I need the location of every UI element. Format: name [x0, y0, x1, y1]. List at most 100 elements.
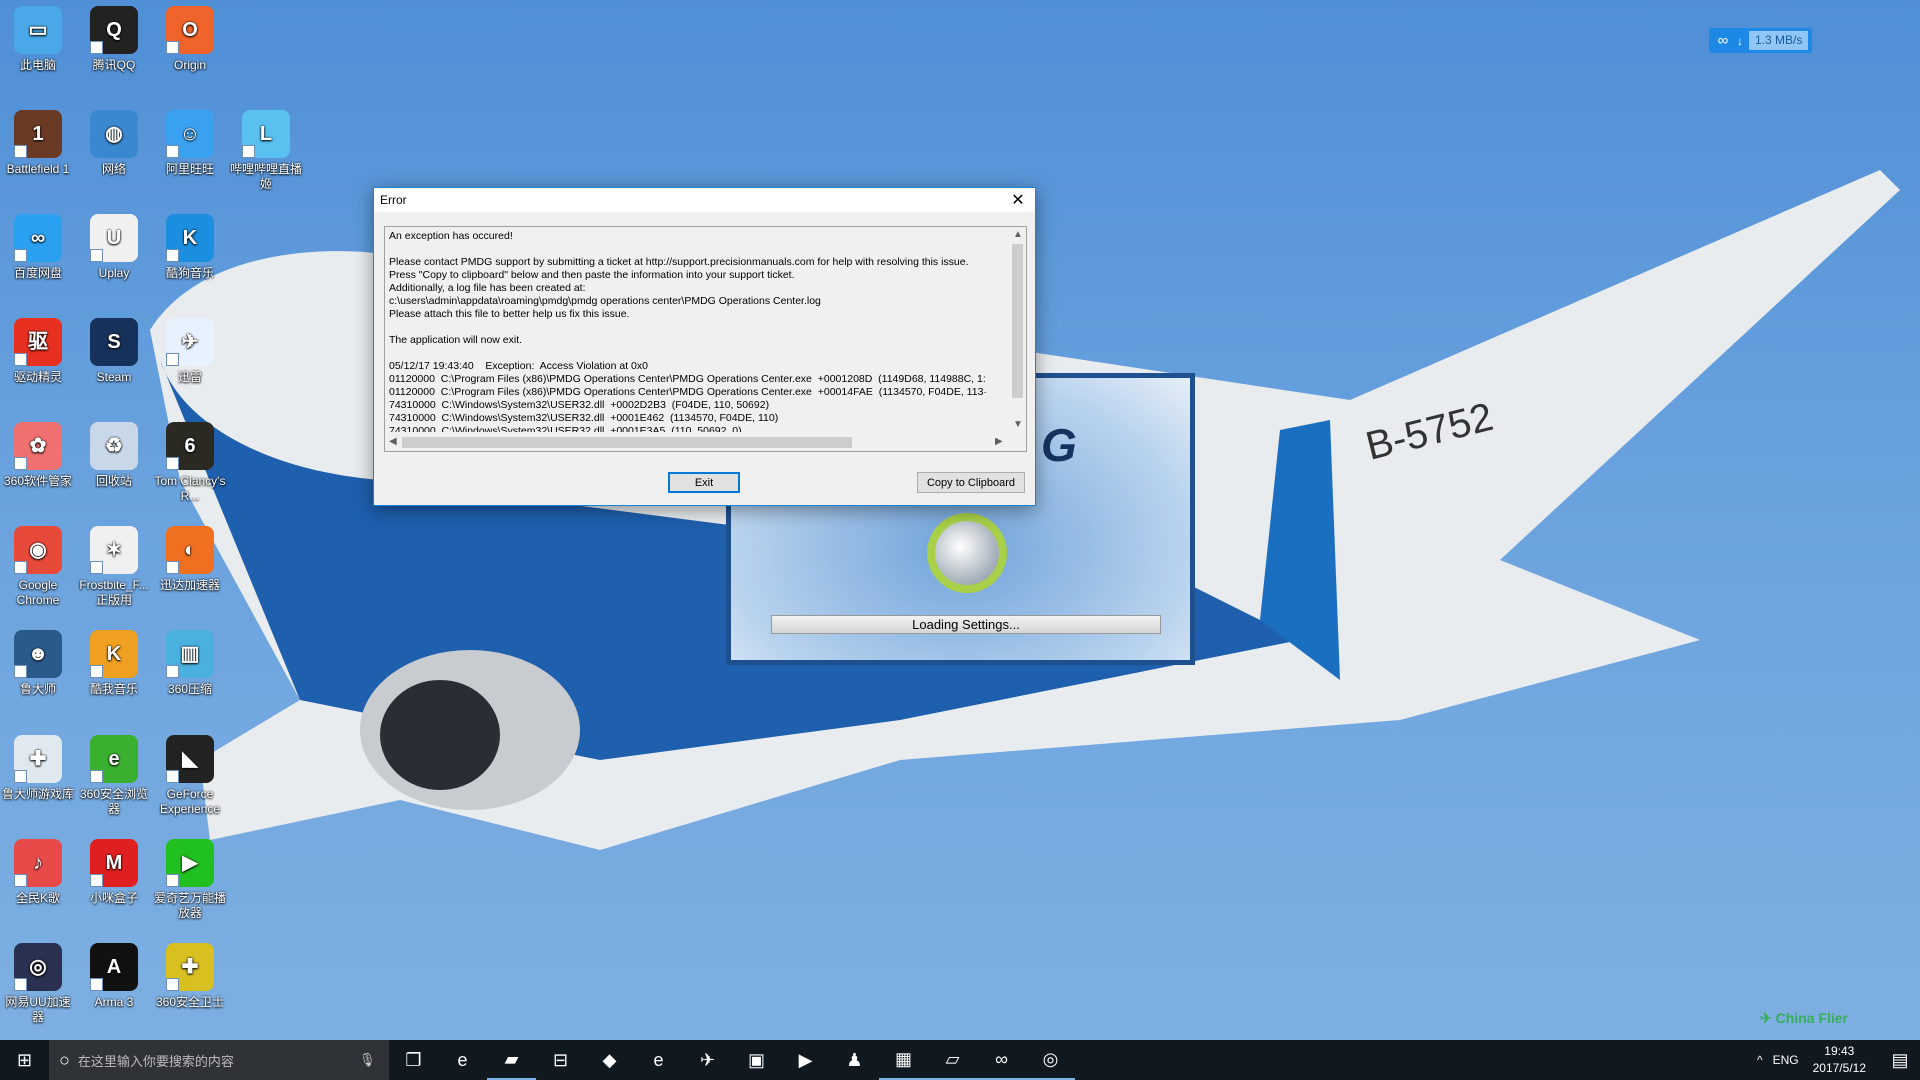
error-line: 05/12/17 19:43:40 Exception: Access Viol…: [389, 360, 648, 372]
scroll-down-icon[interactable]: ▼: [1013, 419, 1023, 430]
error-line: 01120000 C:\Program Files (x86)\PMDG Ope…: [389, 386, 987, 398]
start-button[interactable]: ⊞: [0, 1040, 49, 1080]
error-line: 74310000 C:\Windows\System32\USER32.dll …: [389, 399, 770, 411]
taskbar-app-360[interactable]: ◆: [585, 1040, 634, 1080]
input-language[interactable]: ENG: [1773, 1053, 1799, 1067]
desktop-icon-label: 网络: [101, 162, 126, 176]
desktop-icon-label: 酷我音乐: [89, 682, 138, 696]
vertical-scroll-thumb[interactable]: [1012, 244, 1023, 398]
winrar-icon: ▦: [894, 1048, 912, 1069]
desktop-icon[interactable]: Q 腾讯QQ: [76, 6, 152, 73]
scroll-right-icon[interactable]: ▶: [995, 436, 1003, 447]
desktop-icon[interactable]: ♻ 回收站: [76, 422, 152, 489]
desktop-icon[interactable]: ☺ 阿里旺旺: [152, 110, 228, 177]
close-icon: ✕: [1011, 192, 1025, 209]
taskbar-app-store[interactable]: ⊟: [536, 1040, 585, 1080]
desktop-icon-label: 哔哩哔哩直播姬: [229, 162, 302, 191]
desktop-icon[interactable]: ◣ GeForce Experience: [152, 735, 228, 817]
app-icon: ☺: [166, 110, 214, 158]
desktop-icon[interactable]: ∞ 百度网盘: [0, 214, 76, 281]
desktop-icon[interactable]: e 360安全浏览器: [76, 735, 152, 817]
desktop-icon[interactable]: A Arma 3: [76, 943, 152, 1010]
desktop-icon[interactable]: 6 Tom Clancy's R...: [152, 422, 228, 504]
taskbar-app-task-view[interactable]: ❐: [389, 1040, 438, 1080]
desktop-icon[interactable]: ✚ 鲁大师游戏库: [0, 735, 76, 802]
desktop-icon[interactable]: 驱驱动精灵: [0, 318, 76, 385]
desktop-icon[interactable]: ▶ 爱奇艺万能播放器: [152, 839, 228, 921]
desktop-icon-label: 迅雷: [177, 370, 202, 384]
desktop-icon[interactable]: L 哔哩哔哩直播姬: [228, 110, 304, 192]
scroll-up-icon[interactable]: ▲: [1013, 229, 1023, 240]
copy-to-clipboard-button[interactable]: Copy to Clipboard: [917, 472, 1025, 493]
error-line: Additionally, a log file has been create…: [389, 282, 586, 294]
desktop-icon-label: 小咪盒子: [89, 891, 138, 905]
network-speed-widget[interactable]: ∞ ↓ 1.3 MB/s: [1709, 28, 1812, 53]
desktop-icon[interactable]: ▥ 360压缩: [152, 630, 228, 697]
taskbar-app-winrar[interactable]: ▦: [879, 1040, 928, 1080]
desktop-icon-label: 腾讯QQ: [92, 58, 136, 72]
taskbar-app-qq[interactable]: ♟: [830, 1040, 879, 1080]
desktop-icon[interactable]: O Origin: [152, 6, 228, 73]
desktop-icon-label: 鲁大师游戏库: [1, 787, 74, 801]
desktop-icon[interactable]: M 小咪盒子: [76, 839, 152, 906]
desktop-icon[interactable]: U Uplay: [76, 214, 152, 281]
search-box[interactable]: ○ 在这里输入你要搜索的内容 🎙: [49, 1040, 389, 1080]
desktop-icon[interactable]: ☻ 鲁大师: [0, 630, 76, 697]
scroll-left-icon[interactable]: ◀: [389, 436, 397, 447]
pmdg-logo: G: [1041, 419, 1077, 471]
close-button[interactable]: ✕: [1001, 188, 1035, 212]
taskbar-app-iqiyi[interactable]: ▶: [781, 1040, 830, 1080]
cortana-icon: ○: [59, 1049, 70, 1070]
desktop-icon[interactable]: ♪ 全民K歌: [0, 839, 76, 906]
desktop-icon-label: 驱动精灵: [13, 370, 62, 384]
desktop-icon[interactable]: K 酷我音乐: [76, 630, 152, 697]
desktop-icon[interactable]: 1 Battlefield 1: [0, 110, 76, 177]
taskbar-app-360-browser[interactable]: e: [634, 1040, 683, 1080]
taskbar-app-baidu-cloud[interactable]: ∞: [977, 1040, 1026, 1080]
network-speed-value: 1.3 MB/s: [1749, 31, 1809, 50]
desktop-icon[interactable]: ✚ 360安全卫士: [152, 943, 228, 1010]
app-icon: ✚: [14, 735, 62, 783]
desktop-icon-label: 360软件管家: [3, 474, 73, 488]
desktop-icon[interactable]: ◉ Google Chrome: [0, 526, 76, 608]
clock-time: 19:43: [1824, 1044, 1855, 1058]
taskbar-app-pmdg[interactable]: ◎: [1026, 1040, 1075, 1080]
error-text[interactable]: An exception has occured! Please contact …: [389, 230, 1007, 432]
exit-button[interactable]: Exit: [668, 472, 740, 493]
search-placeholder: 在这里输入你要搜索的内容: [77, 1053, 234, 1069]
taskbar: ⊞ ○ 在这里输入你要搜索的内容 🎙 ❐ e ▰ ⊟ ◆ e ✈ ▣ ▶ ♟ ▦ ▱ ∞ ◎ ^ ENG …: [0, 1040, 1920, 1080]
error-details-textbox[interactable]: An exception has occured! Please contact …: [384, 226, 1027, 452]
task-view-icon: ❐: [405, 1049, 422, 1070]
taskbar-app-network[interactable]: ▣: [732, 1040, 781, 1080]
desktop-icon-label: Uplay: [98, 266, 130, 280]
error-dialog: Error ✕ An exception has occured! Please …: [373, 187, 1036, 506]
desktop-icon[interactable]: ◐ 迅达加速器: [152, 526, 228, 593]
desktop-icon[interactable]: ◍ 网络: [76, 110, 152, 177]
app-icon: ☻: [14, 630, 62, 678]
taskbar-app-xunlei[interactable]: ✈: [683, 1040, 732, 1080]
desktop-icon[interactable]: K 酷狗音乐: [152, 214, 228, 281]
app-icon: ▥: [166, 630, 214, 678]
horizontal-scroll-thumb[interactable]: [402, 437, 852, 448]
microphone-icon[interactable]: 🎙: [359, 1052, 389, 1068]
desktop-icon[interactable]: ✿ 360软件管家: [0, 422, 76, 489]
show-hidden-icons-icon[interactable]: ^: [1757, 1053, 1763, 1067]
desktop-icon-label: 百度网盘: [13, 266, 62, 280]
taskbar-app-edge[interactable]: e: [438, 1040, 487, 1080]
horizontal-scrollbar[interactable]: ◀ ▶: [385, 434, 1011, 451]
desktop-icon[interactable]: ◎ 网易UU加速器: [0, 943, 76, 1025]
app-icon: K: [90, 630, 138, 678]
desktop-icon-label: 阿里旺旺: [165, 162, 214, 176]
desktop-icon-label: 此电脑: [19, 58, 56, 72]
app-icon: L: [242, 110, 290, 158]
vertical-scrollbar[interactable]: ▲ ▼: [1009, 227, 1026, 434]
desktop-icon[interactable]: ✈ 迅雷: [152, 318, 228, 385]
clock[interactable]: 19:43 2017/5/12: [1813, 1043, 1866, 1077]
action-center-button[interactable]: ▤: [1880, 1040, 1920, 1080]
desktop-icon[interactable]: ✶ Frostbite_F... 正版用: [76, 526, 152, 608]
desktop-icon[interactable]: ▭ 此电脑: [0, 6, 76, 73]
desktop-icon[interactable]: S Steam: [76, 318, 152, 385]
taskbar-app-file-explorer[interactable]: ▰: [487, 1040, 536, 1080]
taskbar-app-notepad[interactable]: ▱: [928, 1040, 977, 1080]
desktop-icon-label: Google Chrome: [16, 578, 60, 607]
